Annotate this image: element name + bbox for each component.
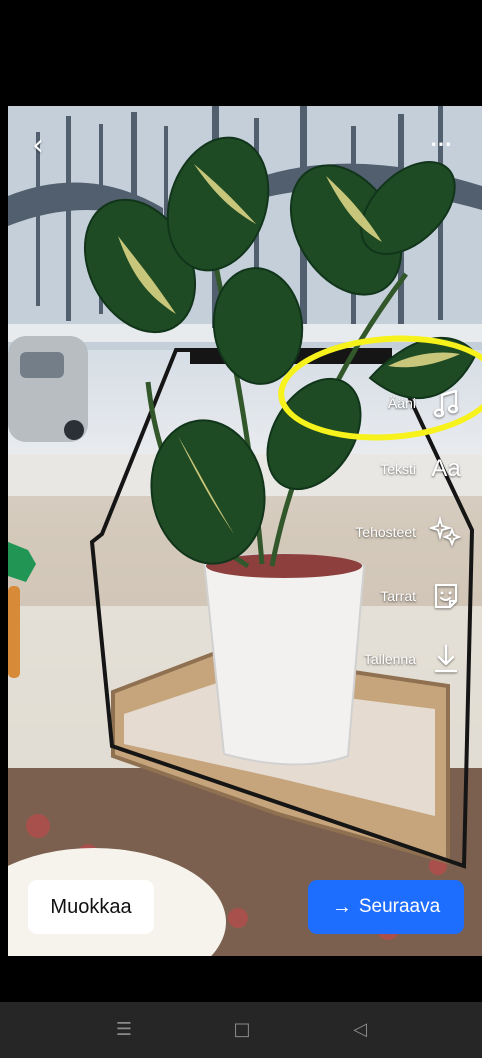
stickers-label: Tarrat [380, 588, 416, 604]
more-horizontal-icon: ⋯ [430, 131, 453, 156]
more-options-button[interactable]: ⋯ [430, 131, 464, 156]
effects-label: Tehosteet [355, 524, 416, 540]
tool-effects[interactable]: Tehosteet [355, 512, 464, 552]
back-triangle-icon[interactable]: ◁ [346, 1016, 374, 1044]
system-navigation-bar: ☰ □ ◁ [0, 1002, 482, 1058]
chevron-left-icon: ‹ [32, 128, 44, 163]
next-label: Seuraava [358, 896, 441, 917]
sparkles-icon [428, 514, 464, 550]
tool-save[interactable]: Tallenna [364, 639, 464, 679]
edit-button[interactable]: Muokkaa [28, 880, 154, 934]
audio-label: Ääni [387, 395, 416, 411]
sticker-face-icon [428, 578, 464, 614]
download-icon [428, 641, 464, 677]
tool-text[interactable]: Teksti Aa [380, 449, 464, 489]
tool-audio[interactable]: Ääni [388, 383, 464, 423]
text-aa-icon: Aa [431, 455, 461, 482]
bottom-black-area [0, 956, 482, 1002]
menu-icon[interactable]: ☰ [110, 1016, 138, 1044]
side-jar [8, 586, 20, 678]
top-status-area [0, 0, 482, 106]
back-button[interactable]: ‹ [32, 128, 62, 164]
arrow-right-icon: → [331, 896, 352, 918]
save-label: Tallenna [363, 651, 416, 667]
home-square-icon[interactable]: □ [228, 1016, 256, 1044]
white-pot [202, 553, 366, 766]
next-button[interactable]: → Seuraava [308, 880, 464, 934]
tool-stickers[interactable]: Tarrat [380, 576, 464, 616]
music-note-icon [428, 385, 464, 421]
text-label: Teksti [380, 461, 416, 477]
